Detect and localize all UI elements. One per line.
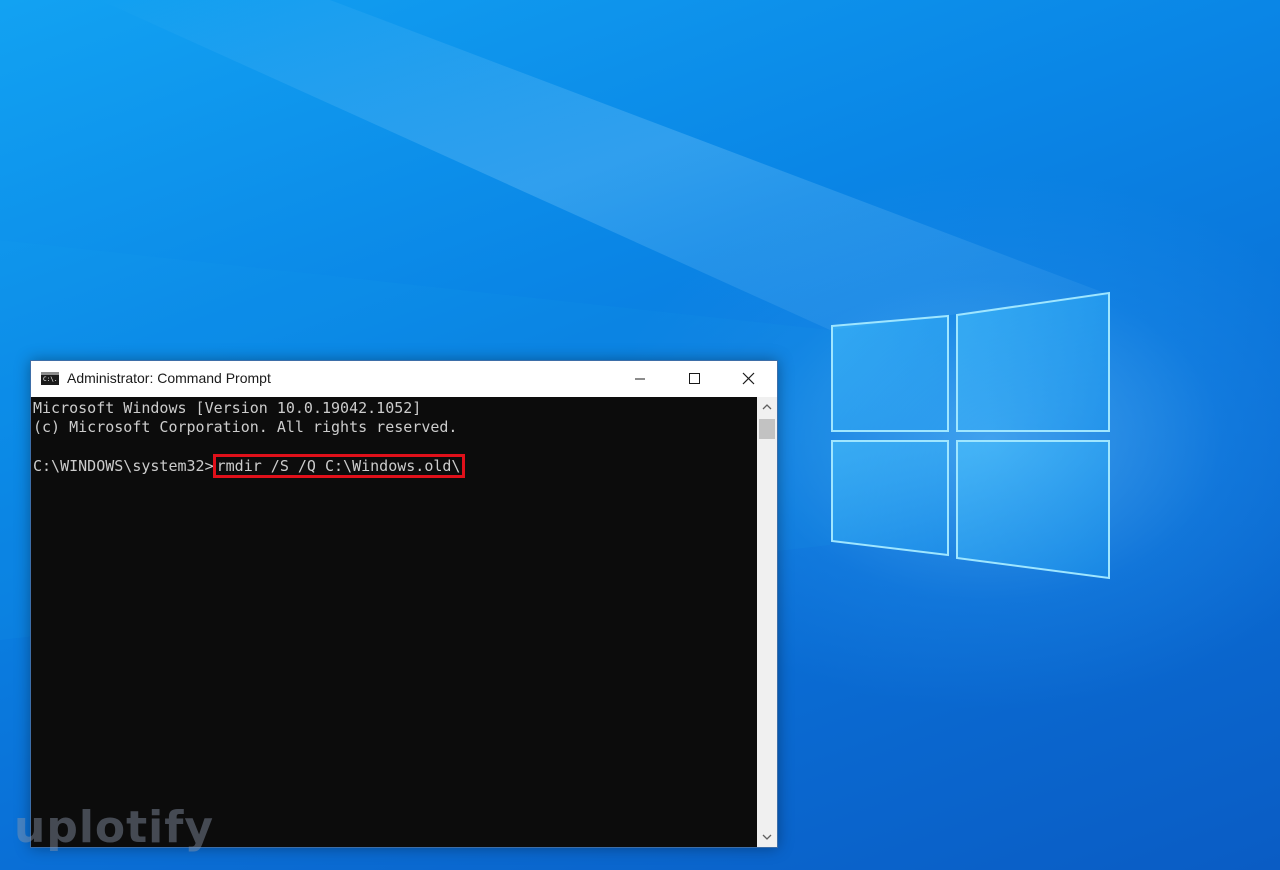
scroll-down-button[interactable] [757,827,777,847]
cmd-icon: C:\. [41,372,59,385]
highlighted-command: rmdir /S /Q C:\Windows.old\ [212,454,466,478]
console-prompt: C:\WINDOWS\system32> [33,457,214,475]
minimize-icon [635,378,645,380]
scroll-up-button[interactable] [757,397,777,417]
console-output[interactable]: Microsoft Windows [Version 10.0.19042.10… [31,397,757,847]
command-prompt-window[interactable]: C:\. Administrator: Command Prompt Micro… [30,360,778,848]
logo-pane-top-right [956,291,1110,432]
close-icon [742,372,755,385]
console-line-copyright: (c) Microsoft Corporation. All rights re… [33,418,458,436]
logo-pane-top-left [831,314,949,432]
close-button[interactable] [721,361,775,397]
console-line-version: Microsoft Windows [Version 10.0.19042.10… [33,399,422,417]
watermark-logo: uplotify [14,802,215,853]
window-title: Administrator: Command Prompt [67,370,271,386]
console-command-line[interactable]: C:\WINDOWS\system32> rmdir /S /Q C:\Windo… [33,454,466,478]
scrollbar-thumb[interactable] [759,419,775,439]
maximize-button[interactable] [667,361,721,397]
logo-pane-bottom-left [831,440,949,557]
maximize-icon [689,373,700,384]
minimize-button[interactable] [613,361,667,397]
chevron-down-icon [762,834,772,840]
chevron-up-icon [762,404,772,410]
vertical-scrollbar[interactable] [757,397,777,847]
logo-pane-bottom-right [956,440,1110,580]
window-titlebar[interactable]: C:\. Administrator: Command Prompt [31,361,777,397]
